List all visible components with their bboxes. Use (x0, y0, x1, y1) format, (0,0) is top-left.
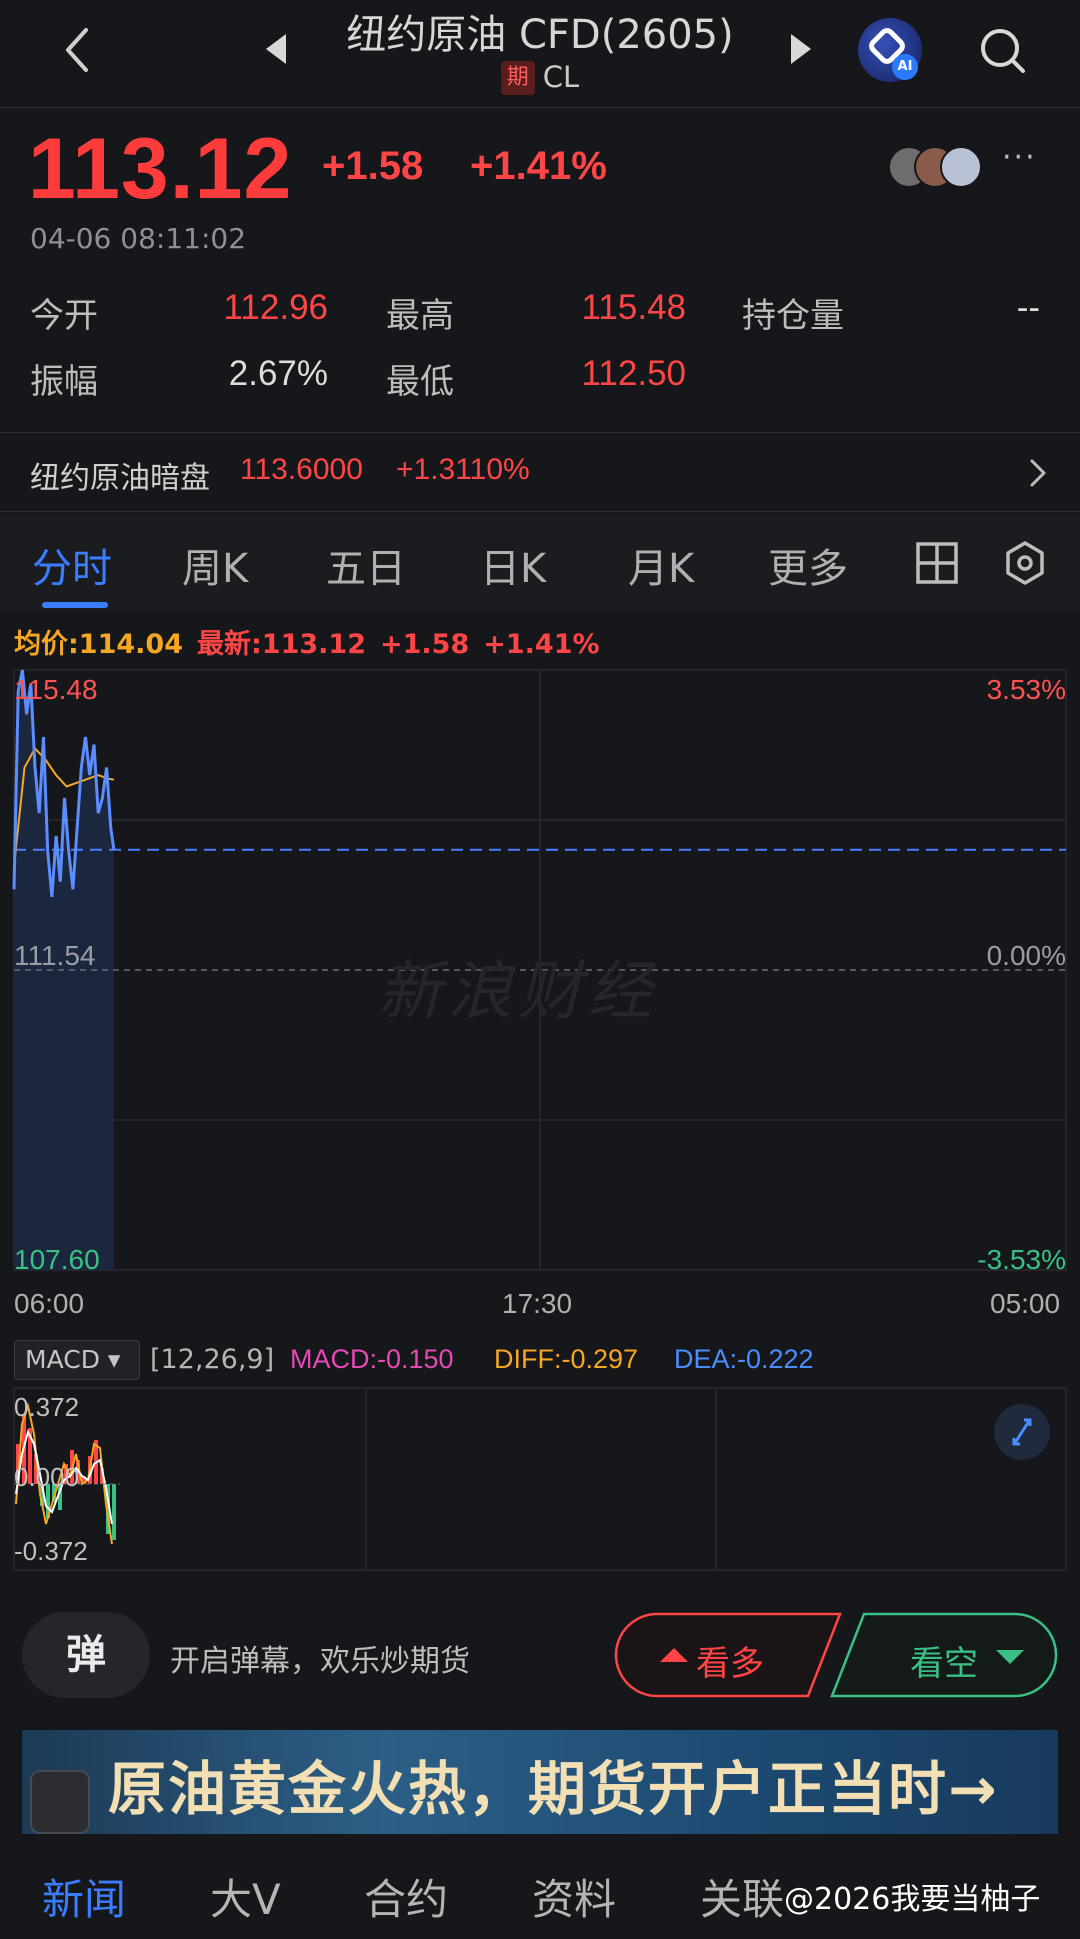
open-label: 今开 (30, 296, 98, 336)
quote-panel: 113.12 +1.58 +1.41% ··· 04-06 08:11:02 今… (0, 110, 1080, 432)
price-change: +1.58 (322, 144, 424, 188)
dark-pool-label: 纽约原油暗盘 (30, 461, 210, 496)
dark-pool-price: 113.6000 (240, 453, 363, 486)
open-interest-value: -- (1016, 288, 1040, 327)
quote-time: 04-06 08:11:02 (30, 222, 247, 255)
latest-price-label: 最新:113.12 (197, 629, 366, 660)
weibo-watermark: @2026我要当柚子 (784, 1882, 1041, 1917)
action-bar: 弹 开启弹幕，欢乐炒期货 看多 看空 (0, 1582, 1080, 1712)
tab-five-day[interactable]: 五日 (326, 536, 406, 594)
futures-badge: 期 (500, 61, 535, 95)
expand-chart-button[interactable] (994, 1404, 1050, 1460)
tab-bigv[interactable]: 大V (210, 1866, 281, 1927)
macd-y-bottom: -0.372 (14, 1536, 88, 1566)
top-navbar: 纽约原油 CFD(2605) 期 CL AI (0, 0, 1080, 108)
more-options-icon[interactable]: ··· (1002, 140, 1037, 175)
next-contract-icon[interactable] (785, 32, 815, 66)
page-title: 纽约原油 CFD(2605) (346, 12, 734, 58)
x-axis-start: 06:00 (14, 1288, 85, 1319)
y-axis-top: 115.48 (14, 674, 98, 705)
diff-value: DIFF:-0.297 (494, 1344, 639, 1374)
chevron-right-icon (1030, 459, 1046, 487)
active-tab-indicator (42, 602, 108, 608)
legend-pct: +1.41% (483, 629, 600, 660)
banner-text: 原油黄金火热，期货开户正当时→ (108, 1755, 999, 1823)
macd-y-top: 0.372 (14, 1392, 80, 1422)
expand-icon (1012, 1418, 1032, 1446)
chart-legend: 均价:114.04 最新:113.12 +1.58 +1.41% (14, 622, 600, 661)
pct-axis-bottom: -3.53% (977, 1244, 1066, 1275)
danmu-hint[interactable]: 开启弹幕，欢乐炒期货 (170, 1636, 470, 1680)
avg-price-label: 均价:114.04 (14, 629, 183, 660)
low-value: 112.50 (581, 354, 686, 393)
dea-value: DEA:-0.222 (674, 1344, 814, 1374)
price-change-pct: +1.41% (470, 144, 607, 188)
bottom-tabbar: 新闻 大V 合约 资料 关联 @2026我要当柚子 (0, 1844, 1080, 1939)
dark-pool-change: +1.3110% (396, 453, 530, 486)
macd-value: MACD:-0.150 (290, 1344, 454, 1374)
pct-axis-top: 3.53% (986, 674, 1066, 705)
search-icon[interactable] (976, 24, 1028, 76)
tab-news[interactable]: 新闻 (42, 1866, 126, 1927)
prev-contract-icon[interactable] (262, 32, 292, 66)
y-axis-mid: 111.54 (14, 940, 96, 971)
legend-change: +1.58 (380, 629, 470, 660)
macd-chart[interactable] (0, 1384, 1080, 1574)
tab-weekly-k[interactable]: 周K (182, 536, 248, 594)
settings-gear-icon[interactable] (1002, 540, 1048, 586)
promo-banner[interactable]: 原油黄金火热，期货开户正当时→ (22, 1730, 1058, 1834)
tab-info[interactable]: 资料 (532, 1866, 616, 1927)
indicator-select[interactable]: MACD ▾ (14, 1340, 140, 1380)
bullish-label[interactable]: 看多 (696, 1636, 764, 1685)
grid-layout-icon[interactable] (914, 540, 960, 586)
low-label: 最低 (386, 362, 454, 402)
last-price: 113.12 (28, 121, 293, 217)
tab-monthly-k[interactable]: 月K (628, 536, 694, 594)
high-label: 最高 (386, 296, 454, 336)
avatar (940, 146, 982, 188)
y-axis-bottom: 107.60 (14, 1244, 100, 1275)
tab-more[interactable]: 更多 (768, 536, 848, 594)
x-axis-mid: 17:30 (502, 1288, 573, 1319)
x-axis-end: 05:00 (990, 1288, 1061, 1319)
tab-daily-k[interactable]: 日K (480, 536, 546, 594)
dark-pool-row[interactable]: 纽约原油暗盘 113.6000 +1.3110% (0, 432, 1080, 512)
tab-contract[interactable]: 合约 (364, 1866, 448, 1927)
tab-related[interactable]: 关联 (700, 1866, 784, 1927)
macd-params: [12,26,9] (150, 1344, 275, 1375)
contract-code: 期 CL (300, 60, 780, 95)
ai-assistant-button[interactable]: AI (858, 18, 922, 82)
high-value: 115.48 (581, 288, 686, 327)
amplitude-label: 振幅 (30, 362, 98, 402)
open-value: 112.96 (223, 288, 328, 327)
tab-intraday[interactable]: 分时 (32, 536, 112, 594)
macd-y-mid: 0.000 (14, 1462, 80, 1492)
back-arrow-icon[interactable] (58, 24, 98, 76)
danmu-toggle-button[interactable]: 弹 (22, 1612, 150, 1698)
oil-barrel-icon (30, 1770, 90, 1834)
period-tabs: 分时 周K 五日 日K 月K 更多 (0, 514, 1080, 610)
bearish-label[interactable]: 看空 (910, 1636, 978, 1685)
macd-header: MACD ▾ [12,26,9] MACD:-0.150 DIFF:-0.297… (14, 1336, 1074, 1382)
watermark-logo: 新浪财经 (378, 955, 658, 1029)
follower-avatars[interactable] (888, 146, 998, 188)
ai-label: AI (892, 54, 918, 80)
code-text: CL (542, 60, 580, 94)
open-interest-label: 持仓量 (742, 296, 844, 336)
amplitude-value: 2.67% (228, 354, 328, 393)
pct-axis-mid: 0.00% (986, 940, 1066, 971)
